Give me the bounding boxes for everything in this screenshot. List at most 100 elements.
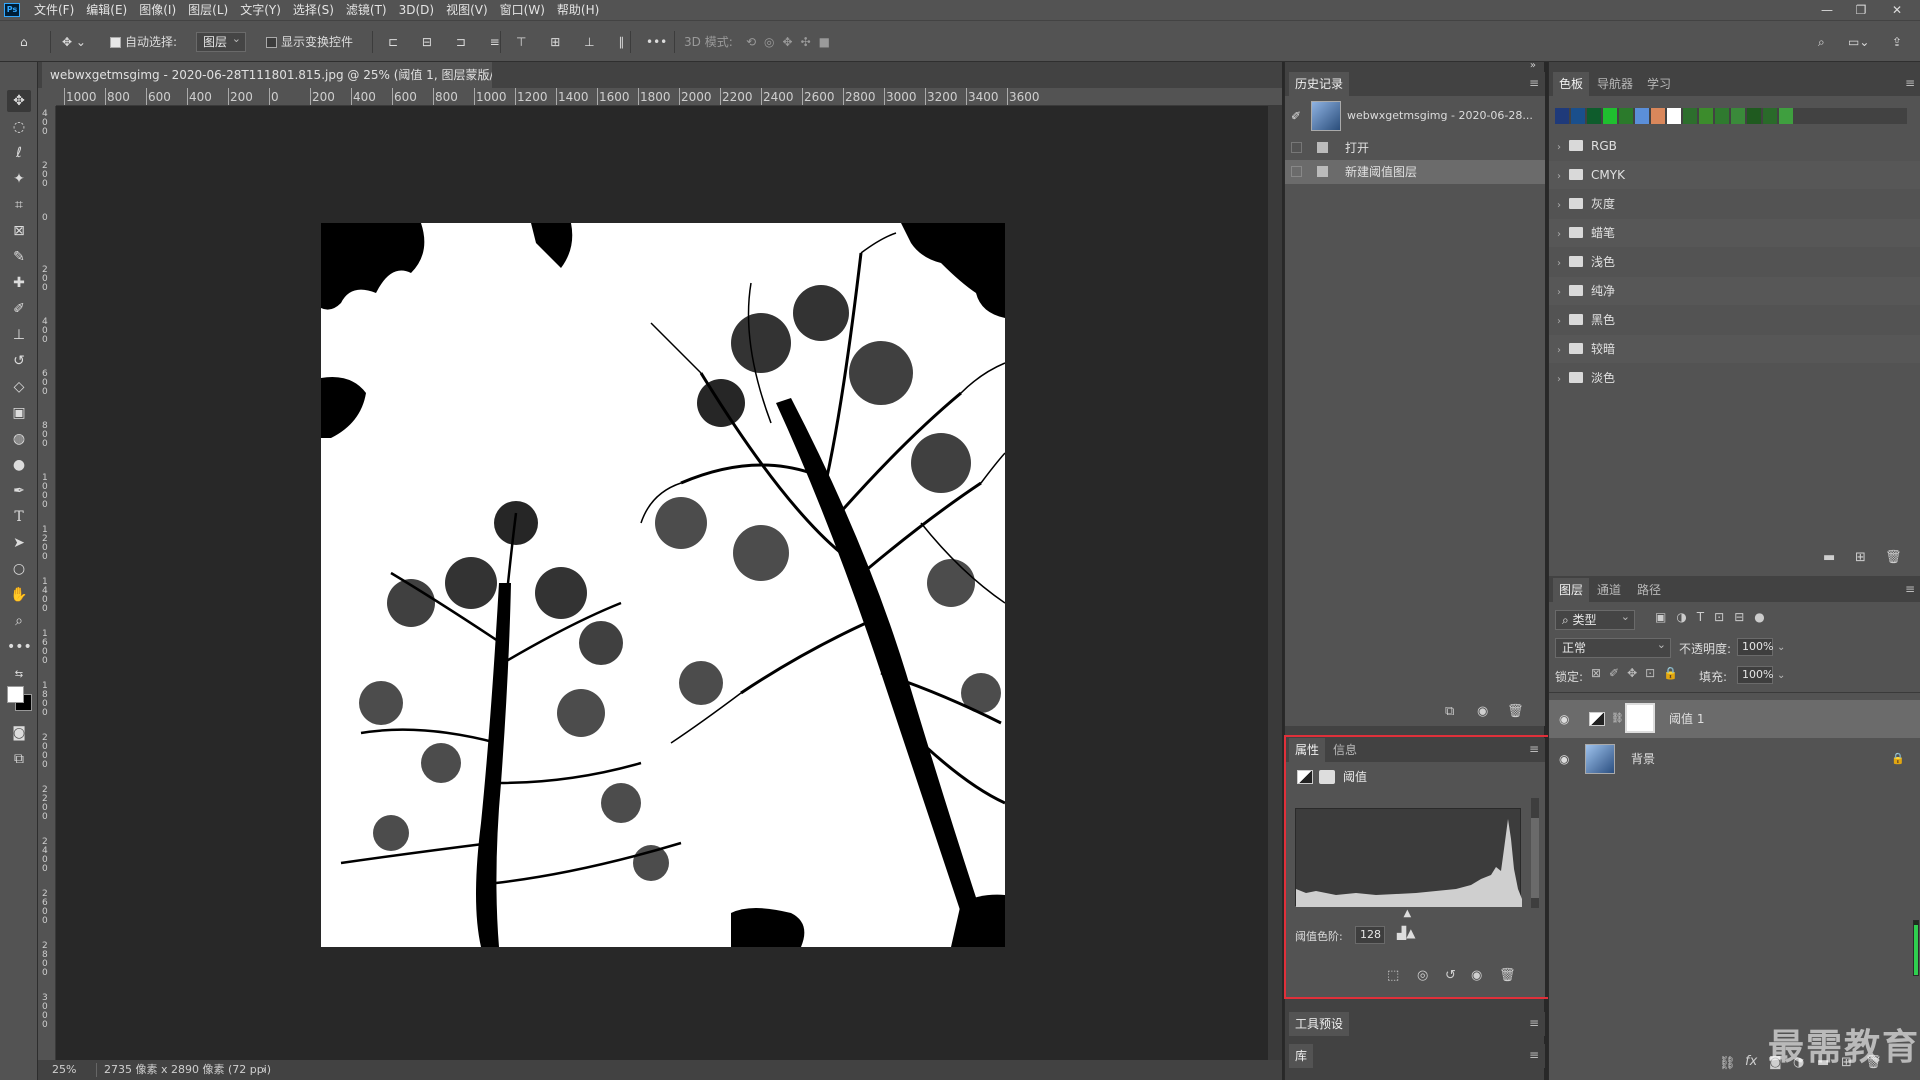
marquee-tool-icon[interactable]: ◌ <box>7 116 31 138</box>
chevron-right-icon[interactable]: › <box>1557 308 1569 336</box>
properties-menu-icon[interactable]: ≡ <box>1529 742 1539 756</box>
chevron-right-icon[interactable]: › <box>1557 163 1569 191</box>
color-swatch[interactable] <box>1571 108 1585 124</box>
quick-mask-icon[interactable]: ◙ <box>7 722 31 744</box>
threshold-slider-handle[interactable]: ▲ <box>1403 908 1411 919</box>
home-icon[interactable]: ⌂ <box>20 21 28 63</box>
color-swatch[interactable] <box>1763 108 1777 124</box>
healing-brush-icon[interactable]: ✚ <box>7 272 31 294</box>
color-swatch[interactable] <box>1667 108 1681 124</box>
layer-visibility-eye-icon[interactable]: ◉ <box>1559 740 1569 778</box>
swatch-group[interactable]: › 黑色 <box>1549 306 1920 334</box>
history-menu-icon[interactable]: ≡ <box>1529 76 1539 90</box>
fx-icon[interactable]: fx <box>1745 1054 1757 1069</box>
libraries-menu-icon[interactable]: ≡ <box>1529 1048 1539 1062</box>
properties-scrollbar[interactable] <box>1531 798 1539 908</box>
color-swatch[interactable] <box>1715 108 1729 124</box>
tab-layers[interactable]: 图层 <box>1553 578 1590 602</box>
chevron-right-icon[interactable]: › <box>1557 221 1569 249</box>
canvas-scrollbar[interactable] <box>1268 106 1282 1060</box>
history-snapshot[interactable]: ✐ webwxgetmsgimg - 2020-06-28... <box>1285 98 1545 134</box>
new-group-icon[interactable]: ▬ <box>1823 550 1835 565</box>
color-swatch[interactable] <box>1731 108 1745 124</box>
menu-item[interactable]: 编辑(E) <box>80 0 133 20</box>
swatch-group[interactable]: › 较暗 <box>1549 335 1920 363</box>
color-swatch[interactable] <box>1779 108 1793 124</box>
chevron-right-icon[interactable]: › <box>1557 250 1569 278</box>
color-swatch[interactable] <box>1603 108 1617 124</box>
3d-mode-icons[interactable]: ⟲◎✥✣■ <box>746 21 838 63</box>
threshold-level-field[interactable]: 128 <box>1355 926 1385 944</box>
search-icon[interactable]: ⌕ <box>1818 21 1825 63</box>
tab-properties[interactable]: 属性 <box>1289 738 1326 762</box>
blend-mode[interactable]: 正常 <box>1555 636 1671 658</box>
foreground-color[interactable] <box>7 686 24 703</box>
layer-filter-dropdown[interactable]: ⌕ 类型 <box>1555 608 1635 630</box>
zoom-level[interactable]: 25% <box>52 1060 76 1080</box>
blend-mode-dropdown[interactable]: 正常 <box>1555 636 1671 658</box>
pen-tool-icon[interactable]: ✒ <box>7 480 31 502</box>
show-transform-option[interactable]: 显示变换控件 <box>266 21 353 63</box>
tab-tool-presets[interactable]: 工具预设 <box>1289 1012 1350 1036</box>
gradient-icon[interactable]: ▣ <box>7 402 31 424</box>
swatch-group[interactable]: › 浅色 <box>1549 248 1920 276</box>
layer-row-background[interactable]: ◉ 背景 🔒 <box>1549 740 1920 778</box>
menu-item[interactable]: 3D(D) <box>393 0 440 20</box>
move-tool-icon[interactable]: ✥ ⌄ <box>62 21 86 63</box>
clip-to-layer-icon[interactable]: ⬚ <box>1387 968 1399 983</box>
layer-filter[interactable]: ⌕ 类型 <box>1555 608 1635 630</box>
layer-filter-icons[interactable]: ▣◑T⊡⊟● <box>1655 610 1775 624</box>
threshold-adjustment-icon[interactable] <box>1297 770 1313 784</box>
menu-item[interactable]: 文字(Y) <box>234 0 287 20</box>
tab-info[interactable]: 信息 <box>1327 738 1363 762</box>
distribute-icons[interactable]: ⊤ ⊞ ⊥ ∥ <box>516 21 634 63</box>
delete-adjustment-icon[interactable]: 🗑 <box>1499 968 1516 983</box>
swatch-group[interactable]: › 灰度 <box>1549 190 1920 218</box>
history-item[interactable]: 新建阈值图层 <box>1285 160 1545 184</box>
delete-state-icon[interactable]: 🗑 <box>1507 704 1524 719</box>
new-swatch-icon[interactable]: ⊞ <box>1855 550 1866 565</box>
view-previous-icon[interactable]: ◎ <box>1417 968 1428 983</box>
screen-mode-icon[interactable]: ⧉ <box>7 748 31 770</box>
tool-presets-panel[interactable]: 工具预设 ≡ <box>1285 1012 1545 1036</box>
align-icons[interactable]: ⊏ ⊟ ⊐ ≡ <box>388 21 510 63</box>
color-swatch[interactable] <box>1699 108 1713 124</box>
libraries-panel[interactable]: 库 ≡ <box>1285 1044 1545 1068</box>
swatch-group[interactable]: › CMYK <box>1549 161 1920 189</box>
auto-select-option[interactable]: 自动选择: <box>110 21 177 63</box>
path-select-icon[interactable]: ➤ <box>7 532 31 554</box>
swatch-group[interactable]: › 纯净 <box>1549 277 1920 305</box>
new-document-from-state-icon[interactable]: ⧉ <box>1445 704 1454 719</box>
share-icon[interactable]: ⇪ <box>1892 21 1902 63</box>
swatch-group[interactable]: › RGB <box>1549 132 1920 160</box>
magic-wand-icon[interactable]: ✦ <box>7 168 31 190</box>
tab-libraries[interactable]: 库 <box>1289 1044 1314 1068</box>
menu-item[interactable]: 帮助(H) <box>551 0 605 20</box>
link-layers-icon[interactable]: ⛓ <box>1719 1056 1736 1071</box>
tab-swatches[interactable]: 色板 <box>1553 72 1590 96</box>
swap-colors-icon[interactable]: ⇆ <box>7 664 31 686</box>
hand-tool-icon[interactable]: ✋ <box>7 584 31 606</box>
clone-stamp-icon[interactable]: ⊥ <box>7 324 31 346</box>
color-swatch[interactable] <box>1651 108 1665 124</box>
more-options-icon[interactable]: ••• <box>646 21 667 63</box>
history-brush-icon[interactable]: ↺ <box>7 350 31 372</box>
visibility-eye-icon[interactable]: ◉ <box>1471 968 1482 983</box>
move-tool-icon[interactable]: ✥ <box>7 90 31 112</box>
menu-item[interactable]: 滤镜(T) <box>340 0 393 20</box>
layer-visibility-eye-icon[interactable]: ◉ <box>1559 700 1569 738</box>
status-arrow-icon[interactable]: › <box>262 1060 266 1080</box>
collapse-dock-icon[interactable]: » <box>1530 60 1536 71</box>
threshold-level-input[interactable]: 128 <box>1355 926 1385 944</box>
auto-select-target[interactable]: 图层 <box>196 21 247 63</box>
dodge-tool-icon[interactable]: ● <box>7 454 31 476</box>
layers-menu-icon[interactable]: ≡ <box>1905 582 1915 596</box>
menu-item[interactable]: 文件(F) <box>28 0 80 20</box>
auto-threshold-icon[interactable]: ▟▲ <box>1397 926 1415 940</box>
color-swatch[interactable] <box>1635 108 1649 124</box>
new-snapshot-icon[interactable]: ◉ <box>1477 704 1488 719</box>
blur-tool-icon[interactable]: ◍ <box>7 428 31 450</box>
color-swatch[interactable] <box>1587 108 1601 124</box>
eyedropper-icon[interactable]: ✎ <box>7 246 31 268</box>
color-swatch[interactable] <box>1683 108 1697 124</box>
